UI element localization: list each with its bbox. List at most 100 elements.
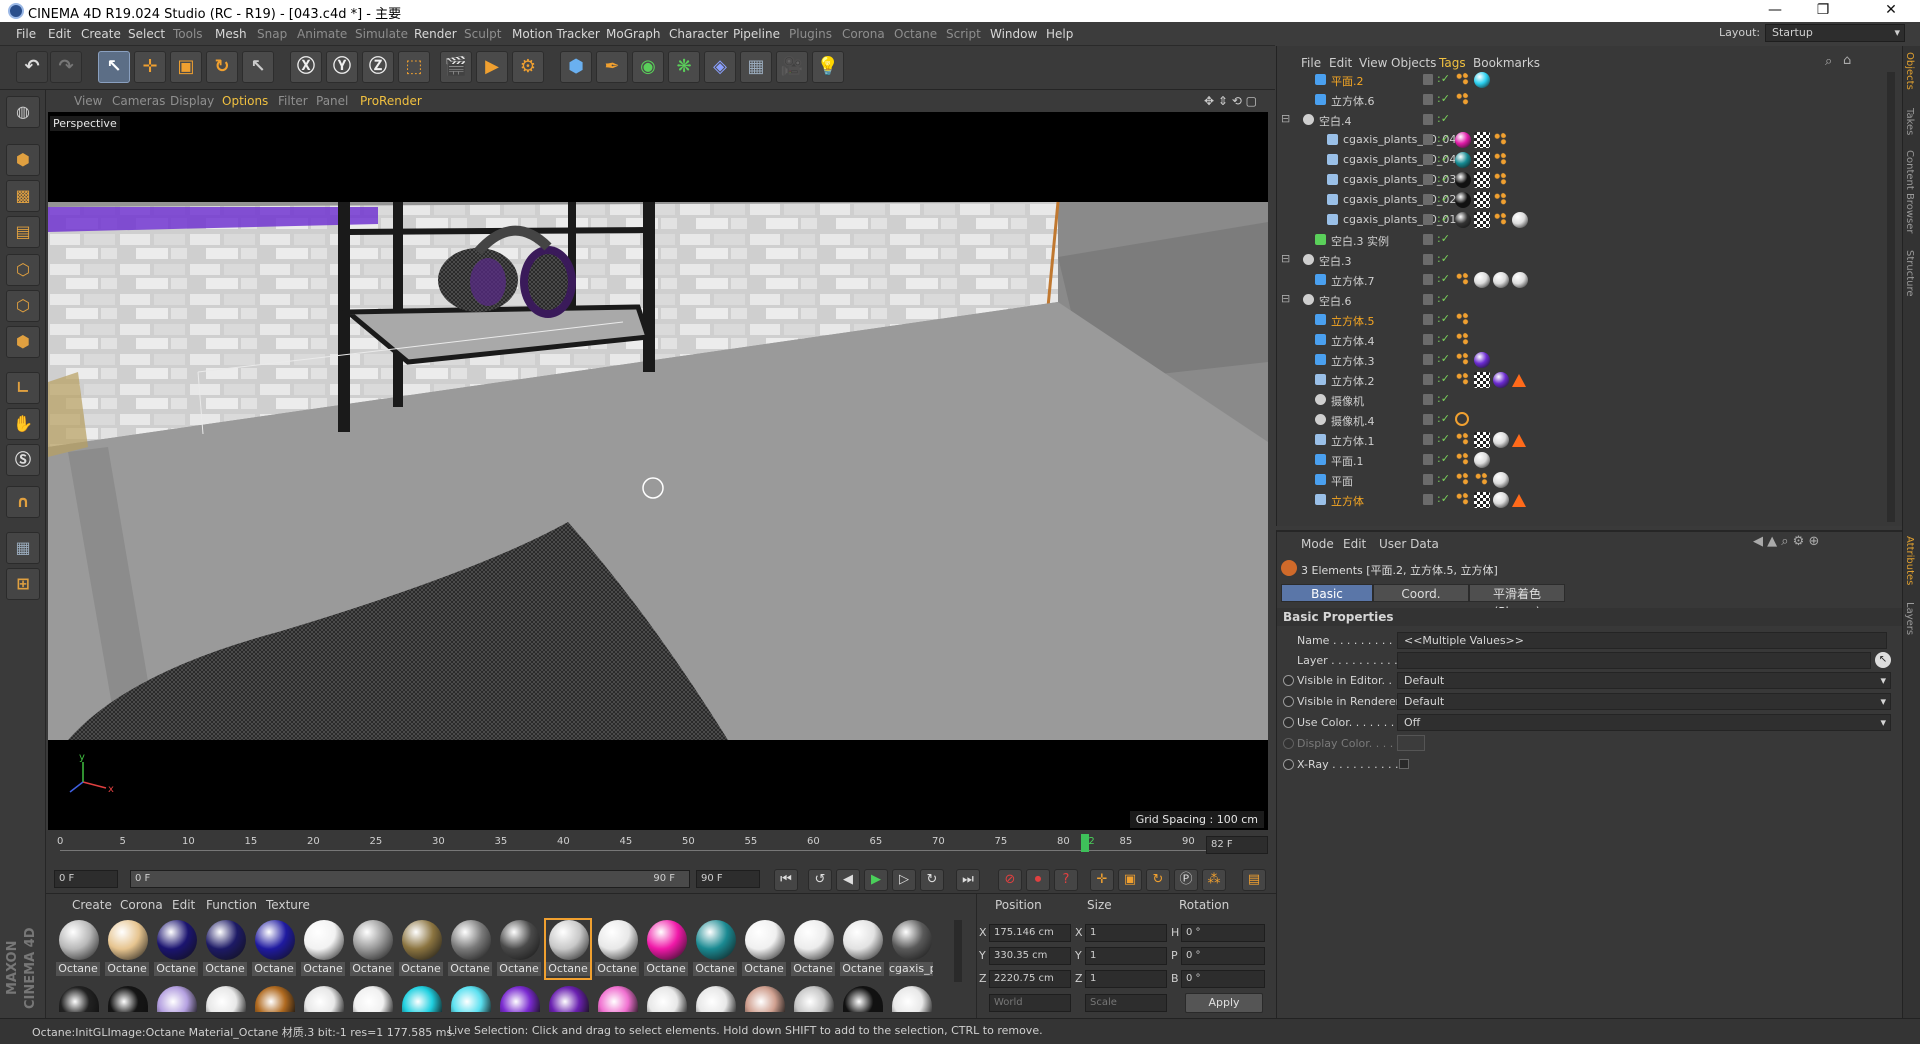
visibility-check-icon[interactable]: :✓ [1437, 372, 1450, 385]
end-frame-field[interactable]: 90 F [696, 870, 760, 888]
attr-navigation-icons[interactable]: ◀ ▲ ⌕ ⚙ ⊕ [1753, 534, 1819, 549]
object-tag-icon[interactable] [1455, 332, 1469, 346]
object-tag-icon[interactable] [1455, 212, 1471, 228]
layer-flag-icon[interactable] [1423, 134, 1433, 145]
object-tag-icon[interactable] [1512, 434, 1526, 447]
tweak-mode-button[interactable]: ✋ [6, 408, 40, 440]
x-ray-checkbox[interactable] [1399, 759, 1409, 769]
object-tag-icon[interactable] [1455, 312, 1469, 326]
material-menu-corona[interactable]: Corona [120, 898, 163, 912]
render-view-button[interactable]: 🎬 [440, 51, 472, 83]
floor-button[interactable]: ▦ [740, 51, 772, 83]
next-key-button[interactable]: ↻ [920, 869, 944, 891]
tab-coord[interactable]: Coord. [1373, 584, 1469, 602]
coordinate-system-button[interactable]: ⬚ [398, 51, 430, 83]
layer-flag-icon[interactable] [1423, 434, 1433, 445]
grid-snap-button[interactable]: ▦ [6, 532, 40, 564]
menu-octane[interactable]: Octane [894, 27, 937, 41]
material-swatch[interactable]: Octane [742, 920, 786, 978]
attr-menu-edit[interactable]: Edit [1343, 537, 1366, 551]
playhead[interactable] [1080, 834, 1089, 852]
object-row[interactable]: 立方体.2:✓ [1277, 370, 1883, 390]
cloner-button[interactable]: ❋ [668, 51, 700, 83]
viewport-navigation-icons[interactable]: ✥ ⇕ ⟲ ▢ [1204, 94, 1257, 108]
object-tag-icon[interactable] [1455, 152, 1471, 168]
object-tag-icon[interactable] [1493, 492, 1509, 508]
material-swatch-row2[interactable] [157, 986, 197, 1012]
position-z-field[interactable]: 2220.75 cm [989, 970, 1071, 988]
object-tag-icon[interactable] [1455, 472, 1469, 486]
visibility-check-icon[interactable]: :✓ [1437, 292, 1450, 305]
menu-edit[interactable]: Edit [48, 27, 71, 41]
deformer-button[interactable]: ◈ [704, 51, 736, 83]
light-button[interactable]: 💡 [812, 51, 844, 83]
move-button[interactable]: ✛ [134, 51, 166, 83]
viewport-menu-options[interactable]: Options [222, 94, 268, 108]
attr-menu-user-data[interactable]: User Data [1379, 537, 1439, 551]
object-tag-icon[interactable] [1512, 212, 1528, 228]
subdivision-button[interactable]: ◉ [632, 51, 664, 83]
layer-flag-icon[interactable] [1423, 214, 1433, 225]
apply-button[interactable]: Apply [1185, 993, 1263, 1013]
layer-flag-icon[interactable] [1423, 154, 1433, 165]
object-tag-icon[interactable] [1474, 272, 1490, 288]
position-x-field[interactable]: 175.146 cm [989, 924, 1071, 942]
layer-flag-icon[interactable] [1423, 314, 1433, 325]
start-frame-field[interactable]: 0 F [54, 870, 118, 888]
model-mode-button[interactable]: ⬢ [6, 144, 40, 176]
display-color-radio[interactable] [1283, 738, 1294, 749]
menu-select[interactable]: Select [128, 27, 165, 41]
material-swatch-row2[interactable] [206, 986, 246, 1012]
keyframe-selection-button[interactable]: ? [1054, 869, 1078, 891]
object-row[interactable]: 立方体.7:✓ [1277, 270, 1883, 290]
object-tag-icon[interactable] [1455, 172, 1471, 188]
visibility-check-icon[interactable]: :✓ [1437, 492, 1450, 505]
x-ray-radio[interactable] [1283, 759, 1294, 770]
visibility-check-icon[interactable]: :✓ [1437, 272, 1450, 285]
material-swatch[interactable]: Octane [544, 918, 592, 980]
material-swatch[interactable]: cgaxis_p [889, 920, 933, 978]
material-scrollbar[interactable] [954, 920, 962, 982]
z-axis-button[interactable]: Ⓩ [362, 51, 394, 83]
object-tag-icon[interactable] [1455, 412, 1469, 426]
menu-corona[interactable]: Corona [842, 27, 885, 41]
size-z-field[interactable]: 1 [1085, 970, 1167, 988]
render-settings-button[interactable]: ⚙ [512, 51, 544, 83]
undo-button[interactable]: ↶ [16, 51, 48, 83]
material-swatch-row2[interactable] [451, 986, 491, 1012]
object-tag-icon[interactable] [1455, 452, 1469, 466]
visibility-check-icon[interactable]: :✓ [1437, 232, 1450, 245]
visibility-check-icon[interactable]: :✓ [1437, 92, 1450, 105]
material-swatch-row2[interactable] [353, 986, 393, 1012]
side-tab-structure[interactable]: Structure [1904, 250, 1915, 297]
scale-button[interactable]: ▣ [170, 51, 202, 83]
visibility-check-icon[interactable]: :✓ [1437, 212, 1450, 225]
tab-basic[interactable]: Basic [1281, 584, 1373, 602]
material-swatch[interactable]: Octane [154, 920, 198, 978]
previous-key-button[interactable]: ↺ [808, 869, 832, 891]
side-tab-takes[interactable]: Takes [1904, 108, 1915, 135]
layer-flag-icon[interactable] [1423, 334, 1433, 345]
object-tag-icon[interactable] [1455, 132, 1471, 148]
material-swatch-row2[interactable] [794, 986, 834, 1012]
menu-motion-tracker[interactable]: Motion Tracker [512, 27, 600, 41]
object-row[interactable]: cgaxis_plants_10_02:✓ [1277, 190, 1883, 210]
material-swatch-row2[interactable] [745, 986, 785, 1012]
visibility-check-icon[interactable]: :✓ [1437, 132, 1450, 145]
maximize-icon[interactable]: ❐ [1800, 0, 1846, 22]
visibility-check-icon[interactable]: :✓ [1437, 472, 1450, 485]
visibility-check-icon[interactable]: :✓ [1437, 392, 1450, 405]
visible-in-editor-select[interactable]: Default ▾ [1397, 672, 1891, 689]
menu-tools[interactable]: Tools [173, 27, 203, 41]
material-swatch[interactable]: Octane [595, 920, 639, 978]
material-swatch-row2[interactable] [500, 986, 540, 1012]
material-swatch-row2[interactable] [108, 986, 148, 1012]
size-y-field[interactable]: 1 [1085, 947, 1167, 965]
layer-flag-icon[interactable] [1423, 274, 1433, 285]
coordinate-mode-select[interactable]: Scale [1085, 994, 1167, 1012]
attr-menu-mode[interactable]: Mode [1301, 537, 1334, 551]
material-swatch[interactable]: Octane [301, 920, 345, 978]
visibility-check-icon[interactable]: :✓ [1437, 412, 1450, 425]
object-tag-icon[interactable] [1474, 492, 1490, 508]
object-tag-icon[interactable] [1474, 132, 1490, 148]
